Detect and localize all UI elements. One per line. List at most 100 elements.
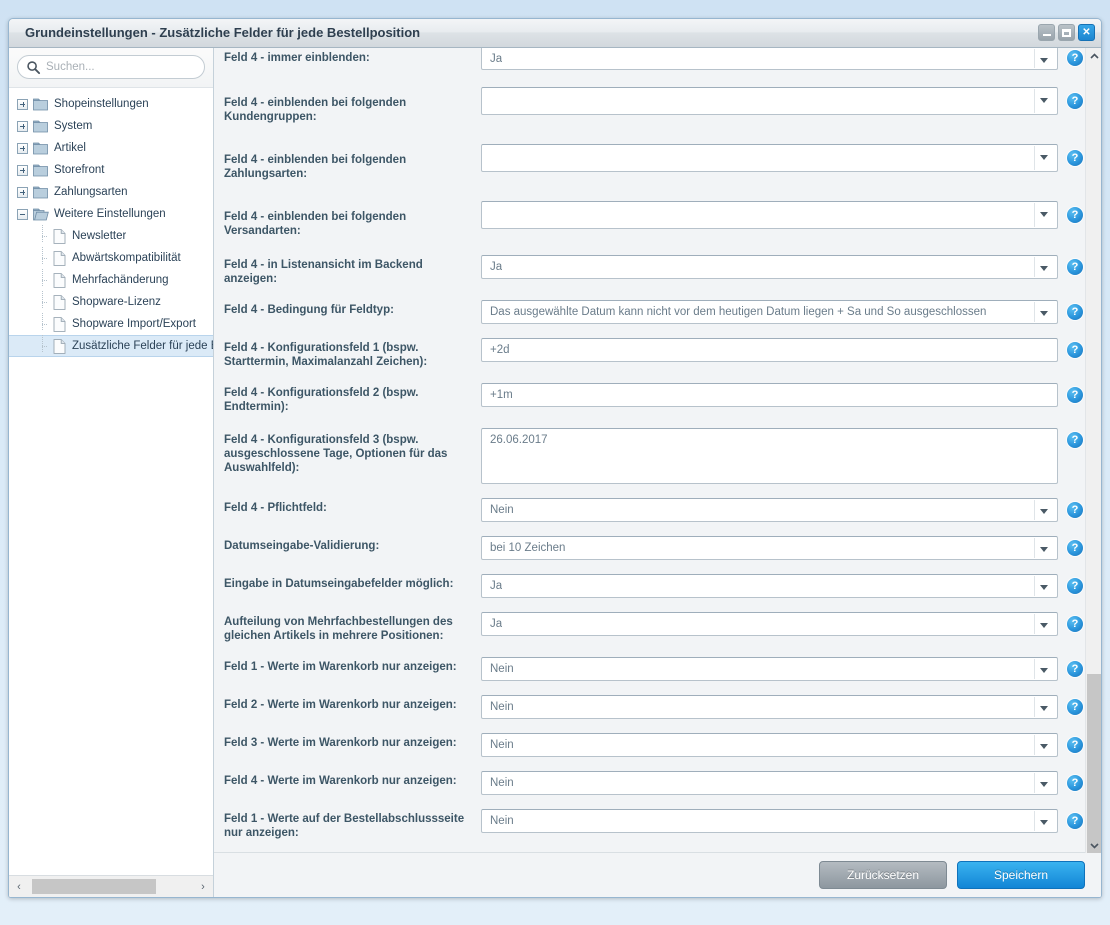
text-input-field[interactable]: +1m <box>481 383 1058 407</box>
dropdown-field[interactable] <box>481 144 1058 172</box>
scroll-left-arrow-icon[interactable]: ‹ <box>9 876 29 897</box>
help-icon[interactable]: ? <box>1067 502 1083 518</box>
file-icon <box>53 228 66 244</box>
sidebar-item-label: Artikel <box>54 142 86 154</box>
help-icon[interactable]: ? <box>1067 387 1083 403</box>
sidebar-item-shopware-import-export[interactable]: Shopware Import/Export <box>9 312 213 335</box>
dropdown-field[interactable] <box>481 87 1058 115</box>
form-row: Feld 4 - Pflichtfeld: Nein? <box>214 491 1085 529</box>
dropdown-divider <box>1034 735 1035 755</box>
help-icon[interactable]: ? <box>1067 304 1083 320</box>
sidebar-item-zusätzliche-felder-für-jede-bes[interactable]: Zusätzliche Felder für jede Bes <box>9 334 213 357</box>
help-icon[interactable]: ? <box>1067 737 1083 753</box>
dropdown-field[interactable]: Ja <box>481 48 1058 70</box>
scroll-down-arrow-icon[interactable] <box>1086 837 1101 853</box>
help-icon[interactable]: ? <box>1067 432 1083 448</box>
dropdown-field[interactable]: Nein <box>481 695 1058 719</box>
dropdown-field[interactable]: Nein <box>481 771 1058 795</box>
form-row: Eingabe in Datumseingabefelder möglich: J… <box>214 567 1085 605</box>
help-icon[interactable]: ? <box>1067 699 1083 715</box>
sidebar-item-weitere-einstellungen[interactable]: Weitere Einstellungen <box>9 203 213 225</box>
field-control-wrap: Nein? <box>481 498 1085 522</box>
search-icon <box>27 61 41 75</box>
sidebar-item-system[interactable]: System <box>9 115 213 137</box>
expand-icon[interactable] <box>17 98 28 110</box>
dropdown-field[interactable]: Ja <box>481 574 1058 598</box>
dropdown-divider <box>1034 500 1035 520</box>
help-icon[interactable]: ? <box>1067 259 1083 275</box>
scroll-up-arrow-icon[interactable] <box>1086 48 1101 64</box>
field-value: Das ausgewählte Datum kann nicht vor dem… <box>490 306 987 318</box>
sidebar-item-newsletter[interactable]: Newsletter <box>9 224 213 247</box>
dropdown-field[interactable]: Nein <box>481 733 1058 757</box>
sidebar-item-zahlungsarten[interactable]: Zahlungsarten <box>9 181 213 203</box>
form-row: Feld 3 - Werte im Warenkorb nur anzeigen… <box>214 726 1085 764</box>
help-icon[interactable]: ? <box>1067 775 1083 791</box>
dropdown-divider <box>1034 773 1035 793</box>
sidebar-item-label: Weitere Einstellungen <box>54 208 166 220</box>
sidebar-item-mehrfachänderung[interactable]: Mehrfachänderung <box>9 268 213 291</box>
close-button[interactable]: ✕ <box>1078 24 1095 41</box>
field-control-wrap: Ja? <box>481 255 1085 279</box>
form-row: Aufteilung von Mehrfachbestellungen des … <box>214 605 1085 650</box>
field-value: Ja <box>490 261 503 273</box>
dropdown-field[interactable]: Nein <box>481 809 1058 833</box>
dropdown-field[interactable] <box>481 201 1058 229</box>
field-label: Feld 4 - in Listenansicht im Backend anz… <box>224 259 423 285</box>
help-icon[interactable]: ? <box>1067 616 1083 632</box>
help-icon[interactable]: ? <box>1067 578 1083 594</box>
dropdown-divider <box>1034 257 1035 277</box>
dropdown-field[interactable]: bei 10 Zeichen <box>481 536 1058 560</box>
search-input[interactable] <box>44 57 204 77</box>
sidebar-item-abwärtskompatibilität[interactable]: Abwärtskompatibilität <box>9 246 213 269</box>
field-control-wrap: Nein? <box>481 657 1085 681</box>
dropdown-field[interactable]: Das ausgewählte Datum kann nicht vor dem… <box>481 300 1058 324</box>
field-value: +1m <box>490 389 513 401</box>
help-icon[interactable]: ? <box>1067 150 1083 166</box>
sidebar-item-artikel[interactable]: Artikel <box>9 137 213 159</box>
form-row: Feld 4 - Werte im Warenkorb nur anzeigen… <box>214 764 1085 802</box>
search-box[interactable] <box>17 55 205 79</box>
reset-button[interactable]: Zurücksetzen <box>819 861 947 889</box>
help-icon[interactable]: ? <box>1067 661 1083 677</box>
expand-icon[interactable] <box>17 142 28 154</box>
sidebar-item-label: Newsletter <box>72 230 127 242</box>
field-label: Feld 4 - Konfigurationsfeld 2 (bspw. End… <box>224 387 419 413</box>
help-icon[interactable]: ? <box>1067 342 1083 358</box>
scroll-right-arrow-icon[interactable]: › <box>193 876 213 897</box>
field-label: Feld 4 - einblenden bei folgenden Zahlun… <box>224 154 407 180</box>
field-value: Ja <box>490 52 503 65</box>
hscroll-thumb[interactable] <box>32 879 156 894</box>
collapse-icon[interactable] <box>17 208 28 220</box>
save-button[interactable]: Speichern <box>957 861 1085 889</box>
sidebar-item-shopware-lizenz[interactable]: Shopware-Lizenz <box>9 290 213 313</box>
help-icon[interactable]: ? <box>1067 540 1083 556</box>
text-input-field[interactable]: +2d <box>481 338 1058 362</box>
minimize-button[interactable] <box>1038 24 1055 41</box>
form-rows-container: Feld 4 - immer einblenden: Ja? Feld 4 - ei… <box>214 48 1085 852</box>
dropdown-field[interactable]: Nein <box>481 657 1058 681</box>
dropdown-field[interactable]: Nein <box>481 498 1058 522</box>
expand-icon[interactable] <box>17 120 28 132</box>
help-icon[interactable]: ? <box>1067 93 1083 109</box>
expand-icon[interactable] <box>17 186 28 198</box>
sidebar-item-storefront[interactable]: Storefront <box>9 159 213 181</box>
dropdown-field[interactable]: Ja <box>481 612 1058 636</box>
dropdown-divider <box>1034 203 1035 227</box>
help-icon[interactable]: ? <box>1067 50 1083 66</box>
form-vertical-scrollbar[interactable] <box>1085 48 1101 889</box>
field-control-wrap: Nein? <box>481 771 1085 795</box>
form-row: Feld 4 - einblenden bei folgenden Zahlun… <box>214 134 1085 191</box>
field-control-wrap: 26.06.2017? <box>481 428 1085 484</box>
sidebar-item-shopeinstellungen[interactable]: Shopeinstellungen <box>9 93 213 115</box>
help-icon[interactable]: ? <box>1067 813 1083 829</box>
dropdown-field[interactable]: Ja <box>481 255 1058 279</box>
textarea-field[interactable]: 26.06.2017 <box>481 428 1058 484</box>
field-control-wrap: +1m? <box>481 383 1085 407</box>
hscroll-track[interactable] <box>29 876 193 897</box>
expand-icon[interactable] <box>17 164 28 176</box>
maximize-button[interactable] <box>1058 24 1075 41</box>
sidebar-horizontal-scrollbar[interactable]: ‹ › <box>9 875 213 897</box>
help-icon[interactable]: ? <box>1067 207 1083 223</box>
form-row: Datumseingabe-Validierung: bei 10 Zeichen… <box>214 529 1085 567</box>
